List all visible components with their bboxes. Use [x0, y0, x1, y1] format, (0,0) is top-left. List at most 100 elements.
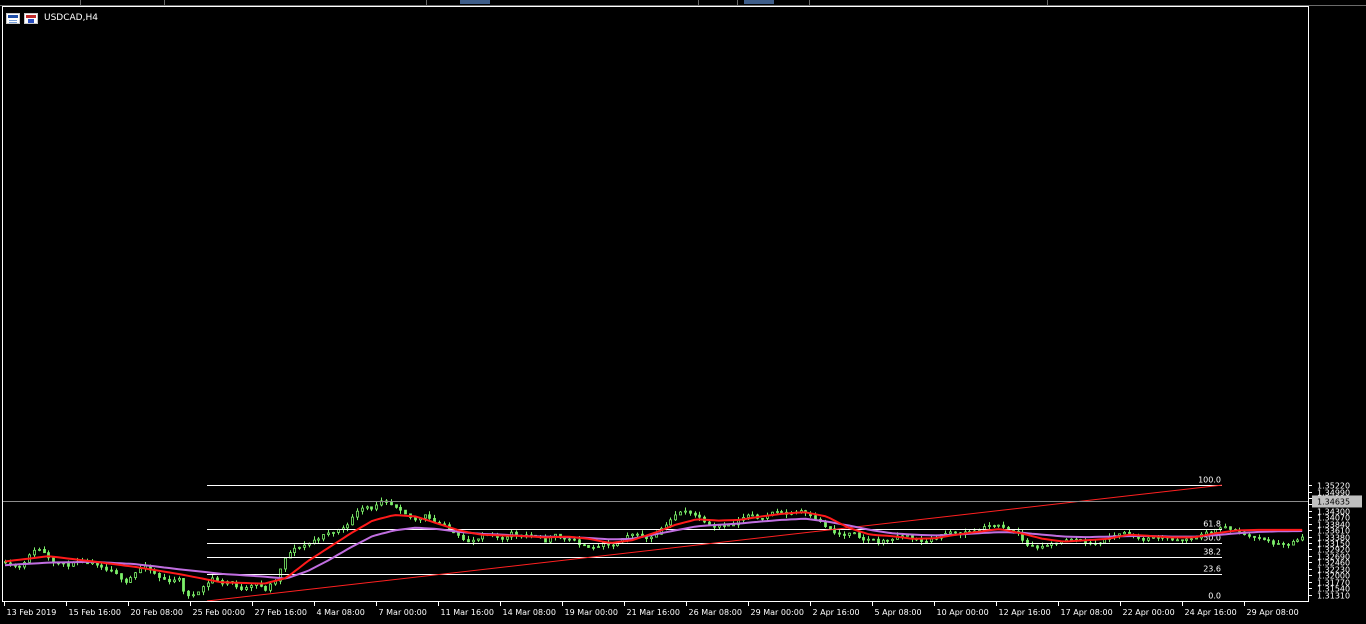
candle-body: [313, 539, 316, 544]
chart-window[interactable]: USDCAD,H4 100.0 61.8 50.0 38.2 23.6 0.0 1.352…: [0, 0, 1366, 624]
candle: [428, 511, 431, 520]
candle-body: [67, 562, 70, 567]
candle: [689, 510, 692, 516]
candle-body: [1229, 526, 1232, 530]
candle-body: [240, 586, 243, 590]
candle: [1292, 539, 1295, 546]
candle-body: [182, 578, 185, 592]
candle-body: [1185, 538, 1188, 541]
candle-body: [1046, 544, 1049, 547]
candle: [1267, 537, 1270, 543]
candle: [612, 544, 615, 550]
candle-body: [867, 538, 870, 541]
candle-body: [192, 594, 195, 597]
candle: [298, 546, 301, 550]
candle-body: [1031, 544, 1034, 547]
candle: [250, 583, 253, 592]
candle-body: [332, 532, 335, 534]
candle: [240, 583, 243, 591]
candles-layer: [4, 497, 1304, 599]
candle-body: [303, 544, 306, 548]
candle-body: [105, 566, 108, 571]
candle: [1253, 535, 1256, 541]
candle: [1050, 541, 1053, 549]
candle: [858, 532, 861, 539]
candle-body: [139, 568, 142, 574]
candle: [33, 547, 36, 558]
candle-body: [317, 538, 320, 541]
candle-body: [366, 506, 369, 509]
x-tick-label: 13 Feb 2019: [7, 608, 57, 617]
candle: [375, 501, 378, 512]
candle-body: [993, 525, 996, 527]
candle: [120, 573, 123, 583]
candle-body: [954, 531, 957, 534]
x-tick-label: 22 Apr 00:00: [1123, 608, 1175, 617]
candle: [674, 511, 677, 521]
candle: [370, 506, 373, 512]
candle-body: [125, 578, 128, 583]
candle-body: [568, 538, 571, 541]
candle: [694, 511, 697, 518]
candle: [395, 504, 398, 509]
candle-body: [399, 506, 402, 511]
candle: [882, 538, 885, 546]
candle-body: [669, 519, 672, 526]
candle: [211, 574, 214, 584]
candle-body: [587, 545, 590, 548]
candle: [43, 546, 46, 554]
candle-body: [1041, 545, 1044, 549]
price-chart[interactable]: 100.061.850.038.223.60.0 1.352201.349901…: [0, 0, 1366, 624]
candle-body: [886, 539, 889, 542]
candle: [38, 547, 41, 552]
candle-body: [1195, 537, 1198, 540]
x-tick-label: 12 Apr 16:00: [999, 608, 1051, 617]
chart-title-bar: USDCAD,H4: [6, 11, 98, 25]
candle-body: [988, 525, 991, 527]
candle: [1026, 538, 1029, 548]
axes-layer: 1.352201.349901.347601.345301.343001.340…: [2, 6, 1362, 617]
candle-body: [33, 549, 36, 556]
candle: [587, 545, 590, 548]
candle-body: [708, 521, 711, 525]
candle: [1224, 523, 1227, 529]
candle: [776, 508, 779, 514]
candle-body: [1263, 537, 1266, 541]
candle: [838, 529, 841, 537]
candle-body: [346, 524, 349, 529]
candle-body: [207, 582, 210, 588]
candle-body: [747, 514, 750, 518]
x-tick-label: 4 Mar 08:00: [317, 608, 365, 617]
candle: [679, 511, 682, 516]
candle: [848, 532, 851, 538]
candle-body: [698, 514, 701, 518]
candle: [322, 534, 325, 542]
candle: [467, 535, 470, 543]
candle: [607, 539, 610, 549]
candle: [1296, 538, 1299, 543]
candle-body: [264, 585, 267, 591]
candle: [284, 557, 287, 573]
candle: [289, 550, 292, 559]
chart-window-icon[interactable]: [6, 12, 20, 24]
candle: [997, 524, 1000, 528]
y-tick-label: 1.31310: [1317, 592, 1350, 601]
candle-body: [187, 590, 190, 597]
candle: [96, 561, 99, 568]
candle: [993, 524, 996, 529]
candle-body: [612, 544, 615, 547]
calendar-icon[interactable]: [24, 12, 38, 24]
candle-body: [583, 544, 586, 547]
candle: [279, 568, 282, 585]
candle-body: [322, 534, 325, 540]
candle-body: [269, 583, 272, 591]
candle-body: [370, 506, 373, 510]
candle-body: [862, 537, 865, 541]
candle-body: [1224, 526, 1227, 529]
candle-body: [134, 572, 137, 578]
x-tick-label: 2 Apr 16:00: [813, 608, 860, 617]
candle: [144, 561, 147, 572]
candle-body: [1026, 539, 1029, 546]
candle-body: [1070, 538, 1073, 541]
candle: [477, 538, 480, 542]
